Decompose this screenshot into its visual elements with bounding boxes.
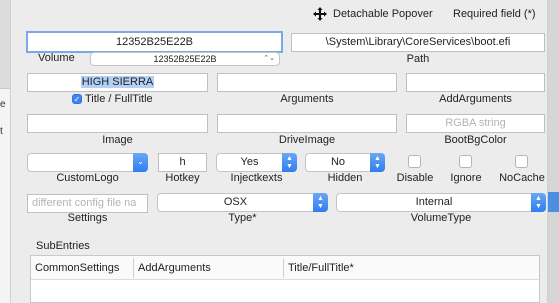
hotkey-field[interactable]: h xyxy=(158,153,207,172)
updown-chevron-icon: ⌃⌄ xyxy=(263,55,275,62)
hidden-popup[interactable]: No ▲ ▼ xyxy=(305,153,385,172)
column-header-common-settings[interactable]: CommonSettings xyxy=(35,262,119,274)
nocache-label: NoCache xyxy=(499,172,545,184)
updown-chevron-icon: ▲ ▼ xyxy=(370,153,385,172)
type-value: OSX xyxy=(223,196,248,208)
inject-kexts-label: Injectkexts xyxy=(230,172,283,184)
image-label: Image xyxy=(102,134,133,146)
volume-label: Volume xyxy=(38,52,75,64)
updown-chevron-icon: ▲ ▼ xyxy=(282,153,297,172)
column-divider[interactable] xyxy=(283,258,284,278)
updown-chevron-icon: ▲ ▼ xyxy=(531,193,546,212)
title-value: HIGH SIERRA xyxy=(80,76,155,88)
title-label: Title / FullTitle xyxy=(85,93,153,105)
move-arrows-icon[interactable] xyxy=(313,7,327,21)
boot-bg-color-label: BootBgColor xyxy=(444,134,507,146)
volume-type-value: Internal xyxy=(415,196,453,208)
arguments-field[interactable] xyxy=(217,73,397,92)
column-divider[interactable] xyxy=(133,258,134,278)
type-popup[interactable]: OSX ▲ ▼ xyxy=(157,193,328,212)
background-text: t xyxy=(0,126,3,137)
updown-chevron-icon: ▲ ▼ xyxy=(313,193,328,212)
settings-field[interactable]: different config file na xyxy=(27,194,148,213)
disable-label: Disable xyxy=(396,172,434,184)
subentries-label: SubEntries xyxy=(36,240,90,252)
hidden-label: Hidden xyxy=(327,172,363,184)
volume-popup-value: 12352B25E22B xyxy=(153,54,217,64)
drive-image-field[interactable] xyxy=(217,114,397,133)
required-field-note: Required field (*) xyxy=(453,8,536,20)
background-window-right xyxy=(548,0,559,303)
volume-type-label: VolumeType xyxy=(410,212,472,224)
volume-field[interactable]: 12352B25E22B xyxy=(26,31,283,53)
inject-kexts-popup[interactable]: Yes ▲ ▼ xyxy=(216,153,297,172)
type-label: Type* xyxy=(228,212,257,224)
inject-kexts-value: Yes xyxy=(240,156,259,168)
column-header-title[interactable]: Title/FullTitle* xyxy=(288,262,354,274)
custom-logo-label: CustomLogo xyxy=(56,172,119,184)
nocache-checkbox[interactable] xyxy=(515,155,528,168)
title-fulltitle-checkbox[interactable]: ✓ xyxy=(72,94,82,104)
volume-popup[interactable]: 12352B25E22B ⌃⌄ xyxy=(90,52,280,66)
ignore-checkbox[interactable] xyxy=(459,155,472,168)
title-field[interactable]: HIGH SIERRA xyxy=(27,73,208,92)
detachable-popover-label[interactable]: Detachable Popover xyxy=(333,8,433,20)
add-arguments-label: AddArguments xyxy=(439,93,512,105)
image-field[interactable] xyxy=(27,114,208,133)
background-text: e xyxy=(0,99,6,110)
hidden-value: No xyxy=(330,156,346,168)
path-field[interactable]: \System\Library\CoreServices\boot.efi xyxy=(291,33,545,52)
ignore-label: Ignore xyxy=(450,172,482,184)
custom-logo-popup[interactable]: ⌄ xyxy=(27,153,148,172)
drive-image-label: DriveImage xyxy=(278,134,336,146)
boot-bg-color-field[interactable]: RGBA string xyxy=(406,114,545,133)
column-header-add-arguments[interactable]: AddArguments xyxy=(138,262,211,274)
add-arguments-field[interactable] xyxy=(406,73,545,92)
path-label: Path xyxy=(406,53,430,65)
hotkey-label: Hotkey xyxy=(165,172,200,184)
volume-type-popup[interactable]: Internal ▲ ▼ xyxy=(336,193,546,212)
chevron-down-icon: ⌄ xyxy=(133,153,148,172)
settings-label: Settings xyxy=(67,212,108,224)
background-window-selection xyxy=(548,192,559,212)
arguments-label: Arguments xyxy=(280,93,334,105)
disable-checkbox[interactable] xyxy=(408,155,421,168)
